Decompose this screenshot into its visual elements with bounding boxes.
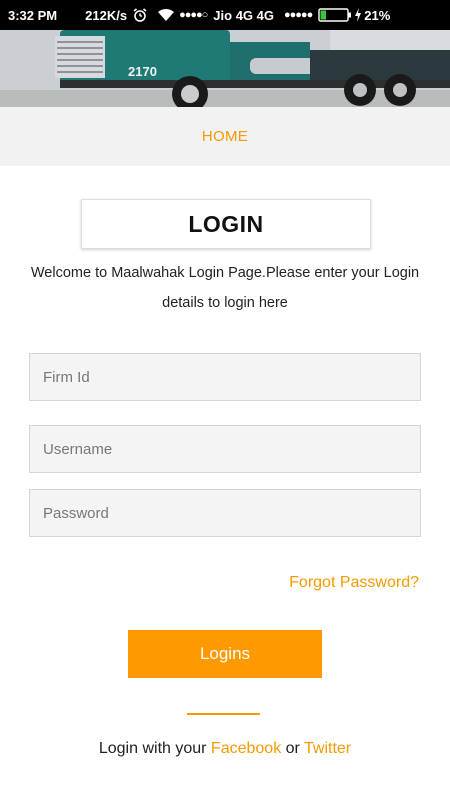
welcome-line-2: details to login here (162, 295, 288, 311)
alarm-icon (133, 8, 147, 22)
charging-bolt-icon (355, 8, 362, 22)
nav-home-link[interactable]: HOME (202, 128, 248, 145)
social-login-line: Login with your Facebook or Twitter (0, 740, 450, 758)
social-middle: or (281, 740, 305, 757)
status-net-speed: 212K/s (85, 7, 128, 23)
truck-hero-image: 2170 (0, 30, 450, 107)
status-time: 3:32 PM (8, 7, 58, 23)
svg-text:2170: 2170 (128, 64, 157, 79)
firm-id-field[interactable] (29, 353, 421, 401)
page-title: LOGIN (188, 210, 264, 237)
password-field[interactable] (29, 489, 421, 537)
login-title-box: LOGIN (81, 199, 371, 249)
login-button[interactable]: Logins (128, 630, 322, 678)
signal-strength-2: ●●●●● (284, 9, 313, 21)
truck-illustration: 2170 (0, 30, 450, 107)
top-nav: HOME (0, 107, 450, 166)
welcome-message: Welcome to Maalwahak Login Page.Please e… (20, 258, 430, 318)
battery-percent: 21% (364, 7, 391, 23)
username-field[interactable] (29, 425, 421, 473)
battery-icon (318, 8, 352, 22)
welcome-line-1: Welcome to Maalwahak Login Page.Please e… (30, 265, 420, 281)
twitter-link[interactable]: Twitter (304, 740, 351, 757)
signal-strength-1: ●●●●○ (179, 9, 208, 21)
carrier-label: Jio 4G 4G (213, 7, 274, 23)
facebook-link[interactable]: Facebook (211, 740, 281, 757)
social-prefix: Login with your (98, 740, 211, 757)
status-bar: 3:32 PM 212K/s ●●●●○ Jio 4G 4G ●●●●● 21% (0, 0, 450, 30)
forgot-password-link[interactable]: Forgot Password? (289, 574, 419, 592)
divider-line (187, 713, 260, 715)
wifi-icon (158, 8, 175, 21)
battery-fill (320, 10, 327, 20)
